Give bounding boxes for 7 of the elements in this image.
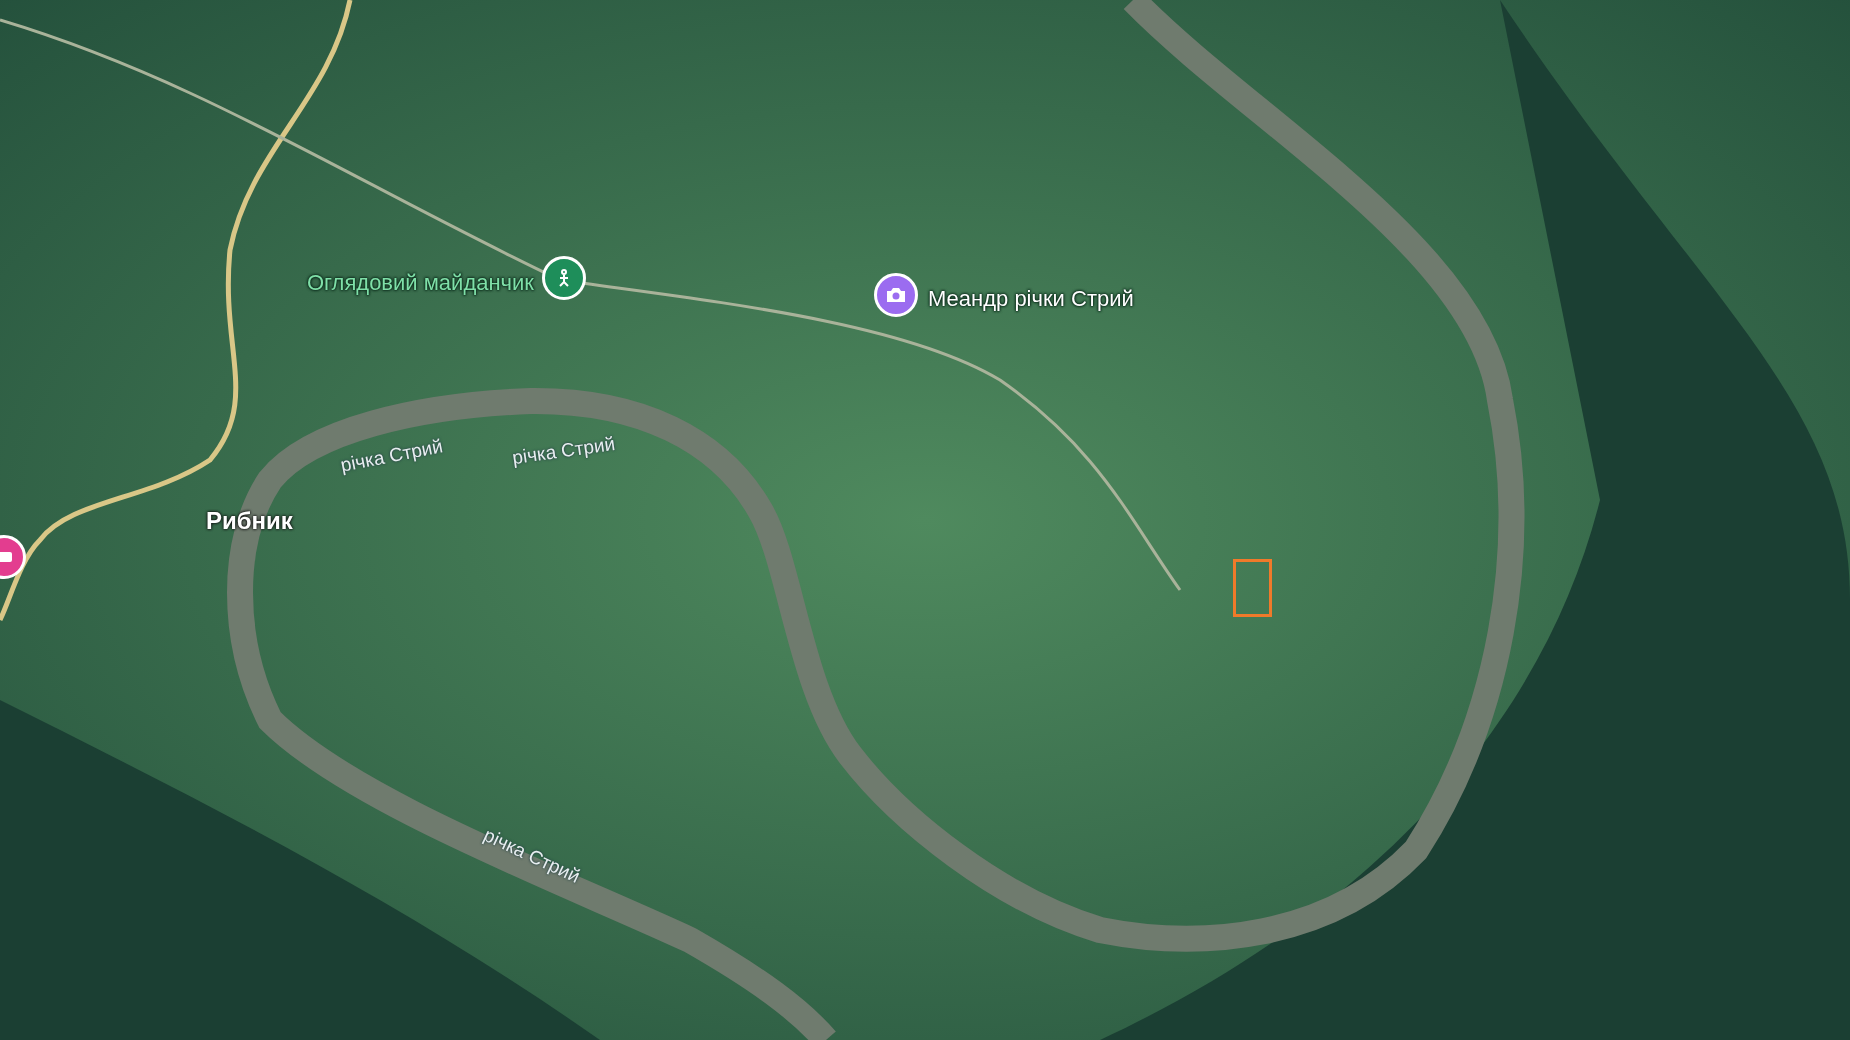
camera-icon (885, 286, 907, 304)
place-label[interactable]: Меандр річки Стрий (928, 286, 1134, 312)
town-label: Рибник (206, 507, 293, 535)
river-label: річка Стрий (510, 432, 617, 470)
plot-marker (1233, 559, 1272, 617)
place-label[interactable]: Оглядовий майданчик (306, 270, 534, 296)
river-label: річка Стрий (338, 435, 445, 477)
